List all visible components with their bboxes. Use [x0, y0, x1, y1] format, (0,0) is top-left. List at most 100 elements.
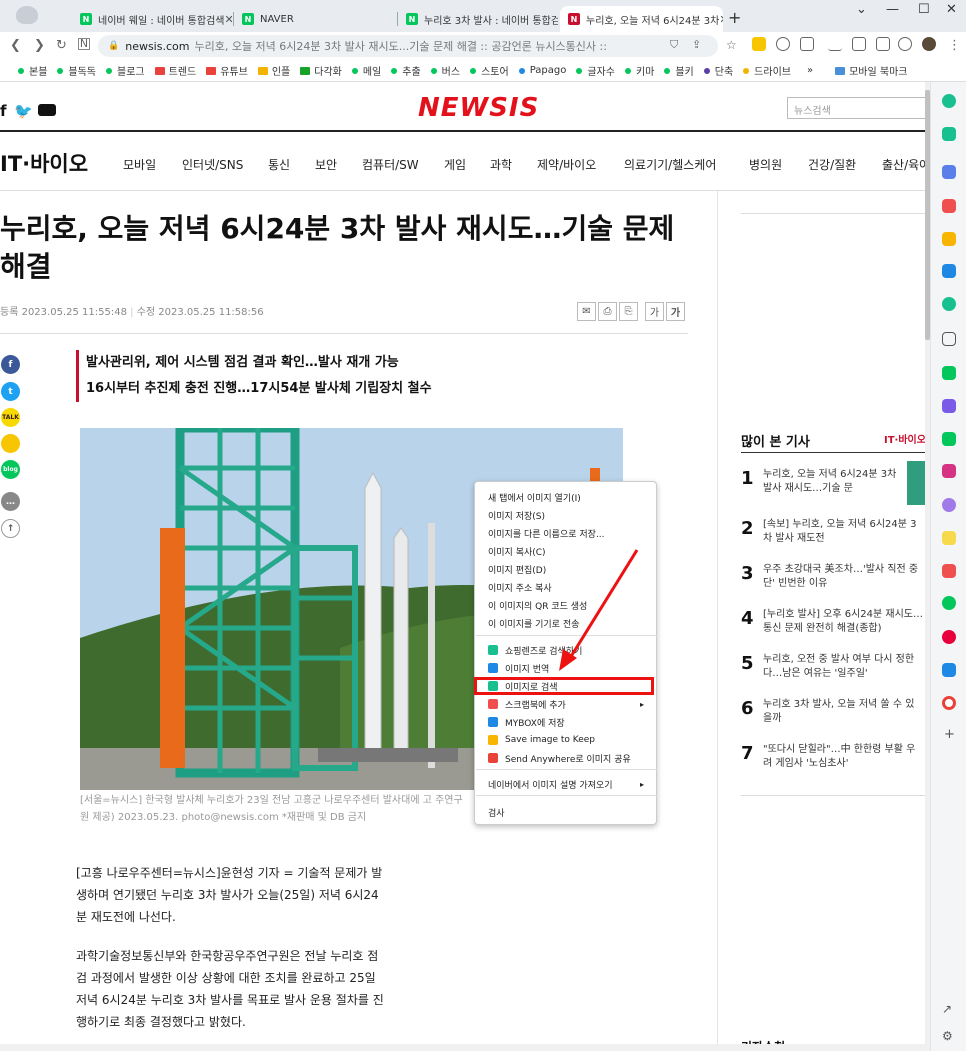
blog-share-icon[interactable]: blog [1, 460, 20, 479]
facebook-icon[interactable]: f [0, 102, 7, 120]
category-link[interactable]: 병의원 [749, 156, 782, 173]
section-title[interactable]: IT·바이오 [0, 148, 88, 178]
bookmark-item[interactable]: 추출 [391, 63, 421, 78]
category-link[interactable]: 건강/질환 [808, 156, 856, 173]
most-read-item[interactable]: 3 우주 초강대국 美조차…'발사 직전 중단' 빈번한 이유 [741, 563, 931, 591]
bookmark-item[interactable]: 블키 [664, 63, 694, 78]
bookmarks-overflow-button[interactable]: » [807, 65, 813, 76]
most-read-item[interactable]: 7 "또다시 닫힐라"…中 한한령 부활 우려 게임사 '노심초사' [741, 743, 931, 771]
close-window-button[interactable]: ✕ [946, 2, 957, 17]
bookmark-item[interactable]: 스토어 [470, 63, 509, 78]
bookmark-item[interactable]: Papago [518, 65, 566, 76]
bookmark-item[interactable]: 다각화 [300, 63, 342, 78]
category-link[interactable]: 컴퓨터/SW [362, 156, 419, 173]
newsis-logo[interactable]: NEWSIS [418, 93, 539, 123]
font-smaller-button[interactable]: 가 [645, 302, 664, 321]
scroll-top-icon[interactable]: ↑ [1, 519, 20, 538]
minimize-button[interactable]: — [886, 2, 899, 17]
mobile-bookmarks-folder[interactable]: 모바일 북마크 [835, 63, 908, 78]
share-icon[interactable]: ⇪ [692, 38, 701, 51]
twitter-share-icon[interactable]: t [1, 382, 20, 401]
print-icon[interactable]: ⎙ [598, 302, 617, 321]
category-link[interactable]: 출산/육아 [882, 156, 930, 173]
category-link[interactable]: 제약/바이오 [537, 156, 596, 173]
category-link[interactable]: 게임 [444, 156, 466, 173]
category-link[interactable]: 인터넷/SNS [182, 156, 243, 173]
music-icon[interactable] [942, 630, 956, 644]
facebook-share-icon[interactable]: f [1, 355, 20, 374]
note-icon[interactable] [942, 531, 956, 545]
profile-avatar[interactable] [922, 37, 936, 51]
most-read-item[interactable]: 1 누리호, 오늘 저녁 6시24분 3차 발사 재시도…기술 문 [741, 468, 931, 496]
calendar-icon[interactable] [942, 165, 956, 179]
kakaostory-share-icon[interactable] [1, 434, 20, 453]
bookmark-item[interactable]: 단축 [703, 63, 733, 78]
bookmark-item[interactable]: 블독독 [57, 63, 96, 78]
add-sidebar-icon[interactable]: + [944, 727, 955, 742]
context-menu-item[interactable]: 스크랩북에 추가 ▸ [475, 695, 656, 713]
context-menu-item[interactable]: MYBOX에 저장 [475, 713, 656, 731]
bookmark-star-icon[interactable]: ☆ [726, 38, 737, 52]
pocket-icon[interactable] [942, 199, 956, 213]
bookmark-item[interactable]: 유튜브 [206, 63, 248, 78]
download-icon[interactable] [828, 37, 842, 51]
game-icon[interactable] [942, 564, 956, 578]
extension-icon[interactable] [752, 37, 766, 51]
extension-icon[interactable] [852, 37, 866, 51]
category-link[interactable]: 과학 [490, 156, 512, 173]
close-tab-icon[interactable]: ✕ [719, 13, 723, 26]
edit-icon[interactable] [942, 332, 956, 346]
tab-search-icon[interactable]: ⌄ [856, 2, 867, 17]
google-icon[interactable] [942, 696, 956, 710]
scrollbar-thumb[interactable] [925, 90, 930, 340]
bookmark-item[interactable]: 인플 [257, 63, 290, 78]
tab-naver[interactable]: N NAVER [234, 6, 396, 32]
category-link[interactable]: 통신 [268, 156, 290, 173]
most-read-item[interactable]: 5 누리호, 오전 중 발사 여부 다시 정한다…남은 여유는 '일주일' [741, 653, 931, 681]
bell-icon[interactable] [942, 127, 956, 141]
address-bar[interactable]: 🔒 newsis.com 누리호, 오늘 저녁 6시24분 3차 발사 재시도.… [98, 35, 718, 57]
calendar-31-icon[interactable] [942, 399, 956, 413]
translate-icon[interactable] [942, 264, 956, 278]
most-read-item[interactable]: 4 [누리호 발사] 오후 6시24분 재시도…통신 문제 완전히 해결(종합) [741, 608, 931, 636]
bookmark-item[interactable]: 블로그 [106, 63, 145, 78]
kakaotalk-share-icon[interactable]: TALK [1, 408, 20, 427]
context-menu-item[interactable]: 새 탭에서 이미지 열기(I) [475, 488, 656, 506]
font-larger-button[interactable]: 가 [666, 302, 685, 321]
naver-icon[interactable] [942, 432, 956, 446]
extension-icon[interactable] [776, 37, 790, 51]
bookmark-item[interactable]: 버스 [430, 63, 460, 78]
tab-nuri-search[interactable]: N 누리호 3차 발사 : 네이버 통합검 [398, 6, 558, 32]
twitter-icon[interactable]: 🐦 [14, 102, 33, 120]
bookmark-item[interactable]: 드라이브 [743, 63, 791, 78]
bulb-icon[interactable] [942, 498, 956, 512]
horizontal-scrollbar[interactable] [0, 1044, 930, 1051]
bag-icon[interactable] [942, 366, 956, 380]
most-read-tab[interactable]: IT·바이오 [884, 431, 926, 446]
shield-icon[interactable]: ⛉ [670, 38, 678, 52]
green-circle-icon[interactable] [942, 94, 956, 108]
pdf-icon[interactable]: ⎘ [619, 302, 638, 321]
comment-icon[interactable]: … [1, 492, 20, 511]
new-tab-button[interactable]: + [728, 8, 741, 27]
category-link[interactable]: 모바일 [123, 156, 156, 173]
extension-icon[interactable] [800, 37, 814, 51]
reader-icon[interactable]: N [78, 38, 90, 50]
bookmark-item[interactable]: 키마 [624, 63, 654, 78]
extension-icon[interactable] [876, 37, 890, 51]
context-menu-item[interactable]: Send Anywhere로 이미지 공유 [475, 749, 656, 767]
settings-icon[interactable]: ⚙ [942, 1029, 953, 1043]
category-link[interactable]: 의료기기/헬스케어 [624, 156, 716, 173]
bookmark-item[interactable]: 글자수 [576, 63, 615, 78]
open-external-icon[interactable]: ↗ [942, 1002, 952, 1016]
reload-icon[interactable]: ↻ [56, 38, 67, 53]
tab-newsis-article[interactable]: N 누리호, 오늘 저녁 6시24분 3차 ✕ [560, 6, 723, 32]
context-menu-item[interactable]: 검사 [475, 803, 656, 821]
instagram-icon[interactable] [942, 464, 956, 478]
context-menu-item[interactable]: 이미지 저장(S) [475, 506, 656, 524]
context-menu-item[interactable]: 이미지를 다른 이름으로 저장... [475, 524, 656, 542]
bookmark-item[interactable]: 메일 [351, 63, 381, 78]
naver-circle-icon[interactable] [942, 596, 956, 610]
most-read-item[interactable]: 2 [속보] 누리호, 오늘 저녁 6시24분 3차 발사 재도전 [741, 518, 931, 546]
context-menu-item[interactable]: Save image to Keep [475, 731, 656, 749]
